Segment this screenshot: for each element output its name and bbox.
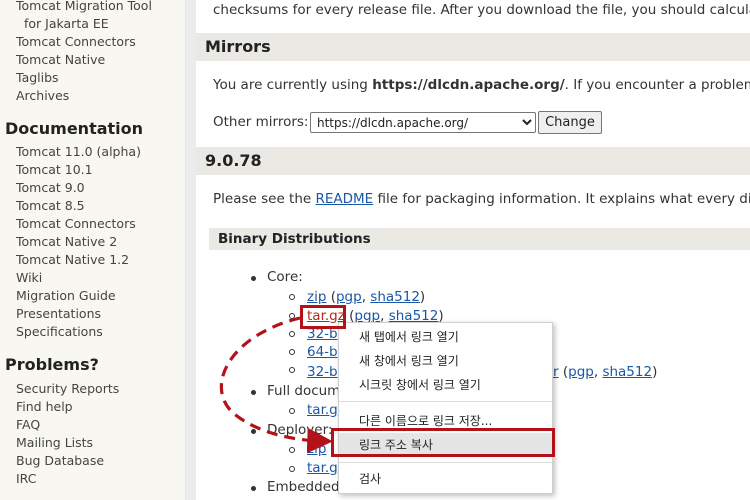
annotation-arrow [219,316,333,454]
